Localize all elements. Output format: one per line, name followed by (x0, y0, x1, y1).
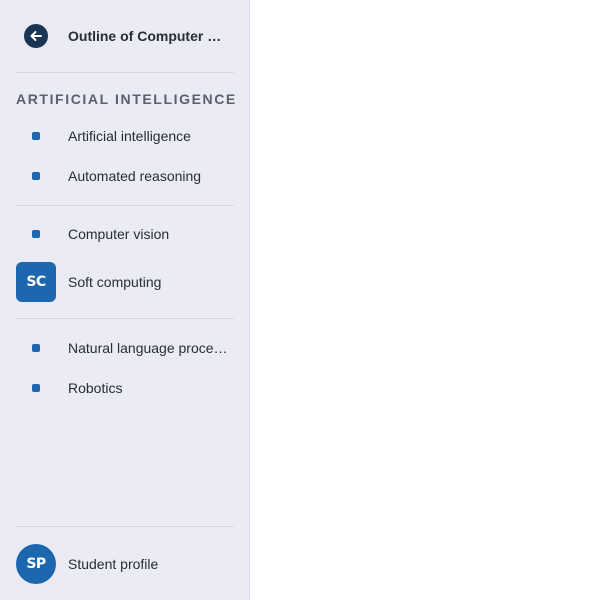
arrow-left-icon (30, 31, 42, 41)
nav-item-label: Automated reasoning (68, 168, 202, 184)
nav-item-artificial-intelligence[interactable]: Artificial intelligence (0, 118, 250, 154)
nav-item-computer-vision[interactable]: Computer vision (0, 216, 250, 252)
bullet-icon (32, 172, 40, 180)
divider (16, 72, 234, 73)
soft-computing-badge: SC (16, 262, 56, 302)
nav-item-label: Computer vision (68, 226, 170, 242)
header-back-row[interactable]: Outline of Computer Science (0, 16, 250, 56)
bullet-icon (32, 344, 40, 352)
nav-item-label: Soft computing (68, 274, 162, 290)
nav-item-robotics[interactable]: Robotics (0, 370, 250, 406)
nav-item-label: Artificial intelligence (68, 128, 191, 144)
nav-item-soft-computing[interactable]: SC Soft computing (0, 262, 250, 302)
divider (16, 205, 234, 206)
app: Outline of Computer Science ARTIFICIAL I… (0, 0, 600, 600)
divider (16, 526, 234, 527)
student-profile-label: Student profile (68, 556, 159, 572)
nav-item-automated-reasoning[interactable]: Automated reasoning (0, 158, 250, 194)
avatar: SP (16, 544, 56, 584)
bullet-icon (32, 132, 40, 140)
nav-item-label: Robotics (68, 380, 123, 396)
main-content (251, 0, 600, 600)
outline-title[interactable]: Outline of Computer Science (68, 27, 230, 45)
divider (16, 318, 234, 319)
back-button[interactable] (24, 24, 48, 48)
bullet-icon (32, 384, 40, 392)
nav-item-natural-language-processing[interactable]: Natural language processing (0, 330, 250, 366)
student-profile-link[interactable]: SP Student profile (0, 544, 250, 584)
section-title: ARTIFICIAL INTELLIGENCE (16, 91, 237, 107)
bullet-icon (32, 230, 40, 238)
sidebar: Outline of Computer Science ARTIFICIAL I… (0, 0, 250, 600)
nav-item-label: Natural language processing (68, 340, 230, 356)
